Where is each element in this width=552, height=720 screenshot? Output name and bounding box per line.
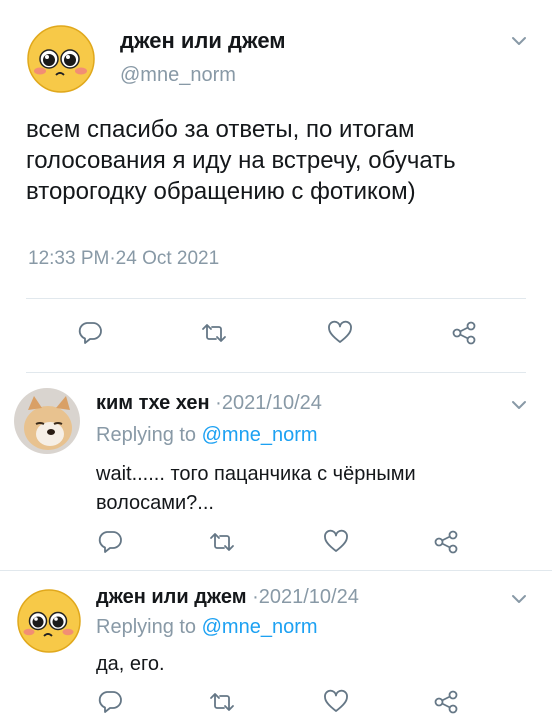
reply-author-avatar[interactable] xyxy=(14,388,80,454)
main-author-avatar[interactable] xyxy=(26,24,96,94)
divider xyxy=(0,570,552,571)
reply-icon[interactable] xyxy=(96,528,124,556)
chevron-down-icon[interactable] xyxy=(508,394,530,416)
share-icon[interactable] xyxy=(432,688,460,716)
share-icon[interactable] xyxy=(450,319,478,347)
main-author-handle[interactable]: @mne_norm xyxy=(120,64,236,87)
like-icon[interactable] xyxy=(322,528,350,556)
reply-icon[interactable] xyxy=(76,319,104,347)
replying-to-mention[interactable]: @mne_norm xyxy=(202,616,318,638)
replying-to: Replying to @mne_norm xyxy=(96,424,318,447)
replying-to-prefix: Replying to xyxy=(96,616,202,638)
retweet-icon[interactable] xyxy=(208,688,236,716)
share-icon[interactable] xyxy=(432,528,460,556)
reply-tweet-text: да, его. xyxy=(96,653,165,675)
like-icon[interactable] xyxy=(322,688,350,716)
reply-date[interactable]: ·2021/10/24 xyxy=(215,392,322,414)
replying-to: Replying to @mne_norm xyxy=(96,616,318,639)
replying-to-mention[interactable]: @mne_norm xyxy=(202,424,318,446)
reply-author-name[interactable]: ким тхе хен ·2021/10/24 xyxy=(96,392,322,415)
main-tweet-timestamp[interactable]: 12:33 PM·24 Oct 2021 xyxy=(28,248,219,270)
like-icon[interactable] xyxy=(326,319,354,347)
reply-author-avatar[interactable] xyxy=(16,588,82,654)
reply-tweet-text: wait...... того пацанчика с чёрными воло… xyxy=(96,463,416,514)
retweet-icon[interactable] xyxy=(200,319,228,347)
reply-display-name[interactable]: ким тхе хен xyxy=(96,392,210,414)
retweet-icon[interactable] xyxy=(208,528,236,556)
reply-author-name[interactable]: джен или джем ·2021/10/24 xyxy=(96,586,359,609)
reply-date[interactable]: ·2021/10/24 xyxy=(252,586,359,608)
reply-icon[interactable] xyxy=(96,688,124,716)
main-tweet-text: всем спасибо за ответы, по итогам голосо… xyxy=(26,116,456,205)
chevron-down-icon[interactable] xyxy=(508,30,530,52)
divider xyxy=(26,298,526,299)
divider xyxy=(26,372,526,373)
replying-to-prefix: Replying to xyxy=(96,424,202,446)
main-author-name[interactable]: джен или джем xyxy=(120,28,286,54)
reply-display-name[interactable]: джен или джем xyxy=(96,586,247,608)
chevron-down-icon[interactable] xyxy=(508,588,530,610)
